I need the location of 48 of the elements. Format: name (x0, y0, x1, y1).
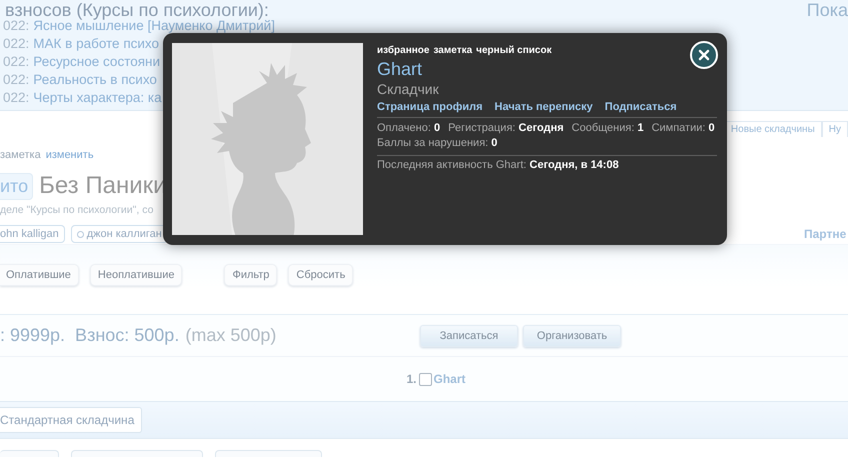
join-button[interactable]: Организовать (523, 324, 621, 346)
thread-meta: деле "Курсы по психологии", со (0, 204, 154, 218)
tag[interactable]: джон каллиган (70, 225, 168, 243)
profile-link[interactable]: Страница профиля (377, 101, 483, 113)
checkbox[interactable] (418, 372, 432, 386)
profile-action-link[interactable]: черный список (476, 45, 552, 56)
date-text: 022: (3, 54, 30, 69)
participant-link[interactable]: Ghart (434, 372, 466, 386)
partner-heading: Партне (804, 227, 846, 241)
participant-number: 1. (406, 372, 416, 386)
show-link[interactable]: Пока (806, 0, 848, 20)
stat-text: Баллы за нарушения: 0 (377, 136, 498, 151)
course-link[interactable]: МАК в работе психо (33, 36, 160, 51)
filter-button[interactable]: Оплатившие (0, 264, 79, 286)
profile-action-link[interactable]: избранное (377, 45, 430, 56)
close-button[interactable] (690, 41, 718, 69)
course-link[interactable]: Черты характера: ка (33, 90, 162, 105)
stat-text: Сообщения: 1 (572, 121, 644, 136)
profile-link[interactable]: Подписаться (604, 101, 677, 113)
user-name-link[interactable]: Ghart (377, 59, 422, 79)
date-text: 022: (3, 90, 30, 105)
filter-button[interactable]: Неоплатившие (90, 264, 182, 286)
stat-text: Симпатии: 0 (652, 121, 715, 136)
price-text: : 9999р. Взнос: 500р. (0, 325, 180, 345)
edit-link[interactable]: изменить (46, 149, 94, 163)
section-heading: взносов (Курсы по психологии): (4, 0, 269, 20)
filter-button[interactable]: Сбросить (288, 264, 354, 286)
tab[interactable]: Ну (822, 121, 848, 137)
tag[interactable]: ohn kalligan (0, 225, 65, 243)
max-price-text: (max 500р) (185, 325, 276, 345)
stat-text: Оплачено: 0 (377, 121, 440, 136)
last-activity-text: Последняя активность Ghart: Сегодня, в 14:08 (377, 159, 620, 171)
stat-text: Регистрация: Сегодня (448, 121, 564, 136)
profile-link[interactable]: Начать переписку (494, 101, 593, 113)
prefix-badge: ито (0, 172, 34, 200)
date-text: 022: (3, 72, 30, 87)
user-role: Складчик (377, 80, 440, 98)
card-edge (0, 450, 59, 457)
circle-icon (76, 230, 84, 238)
filter-button[interactable]: Фильтр (224, 264, 278, 286)
date-text: 022: (3, 18, 30, 33)
course-link[interactable]: Ресурсное состояни (33, 54, 160, 69)
profile-action-link[interactable]: заметка (433, 45, 472, 56)
course-link[interactable]: Реальность в психо (33, 72, 157, 87)
type-tag: Стандартная складчина (0, 407, 142, 433)
note-label: заметка (0, 149, 41, 163)
join-button[interactable]: Записаться (420, 324, 518, 346)
date-text: 022: (3, 36, 30, 51)
